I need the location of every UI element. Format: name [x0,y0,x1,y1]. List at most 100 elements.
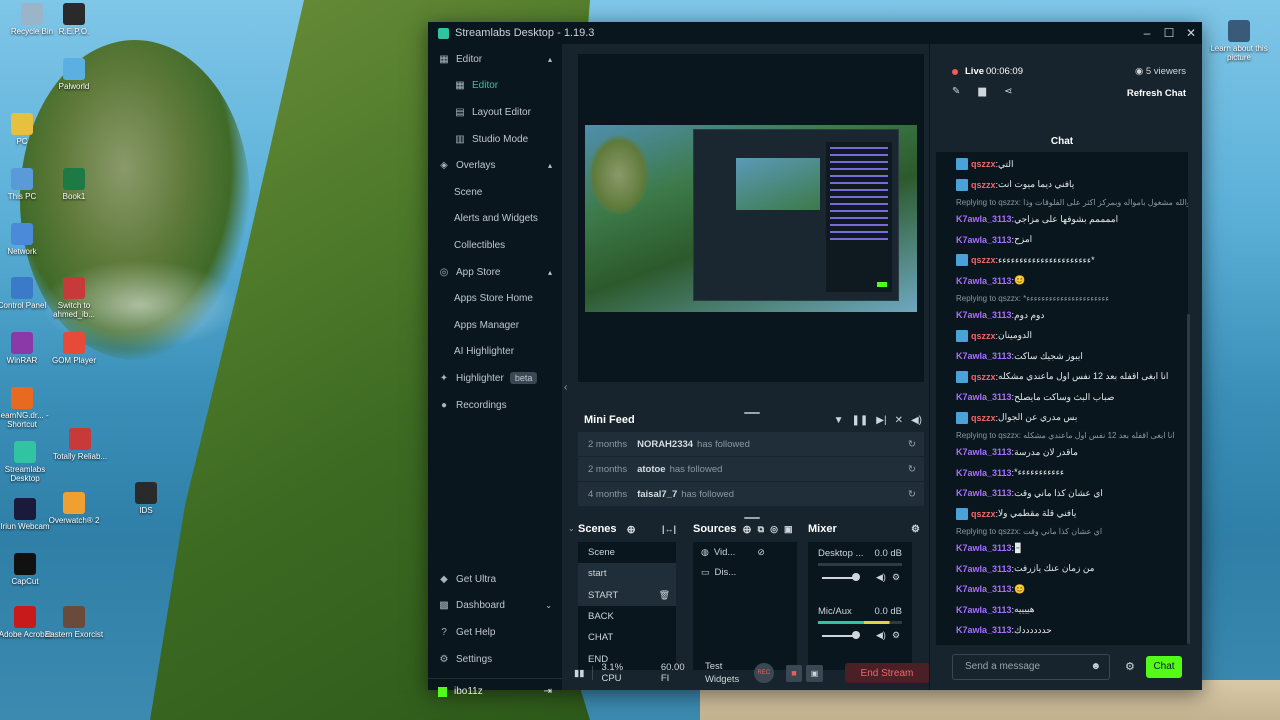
scene-item[interactable]: CHAT [578,627,676,648]
desktop-icon[interactable]: GOM Player [42,332,106,365]
sidebar-item[interactable]: Scene [428,179,562,206]
desktop-icon[interactable]: Palworld [42,58,106,91]
minimize-icon[interactable]: – [1136,26,1158,40]
add-scene-icon[interactable]: ⊕ [627,523,636,536]
scene-item[interactable]: Scene [578,542,676,563]
filter-icon[interactable]: ▼ [834,415,844,426]
desktop-icon[interactable]: R.E.P.O. [42,3,106,36]
chat-username[interactable]: K7awla_3113 [956,488,1012,498]
collapse-left-icon[interactable]: ‹ [564,382,567,393]
sidebar-item[interactable]: Apps Store Home [428,285,562,312]
chat-username[interactable]: K7awla_3113 [956,625,1012,635]
stream-preview[interactable] [578,54,924,382]
chat-scrollbar[interactable] [1187,314,1190,644]
replay-icon[interactable]: ↻ [908,489,916,500]
replay-icon[interactable]: ↻ [908,439,916,450]
visibility-off-icon[interactable]: ⊘ [757,547,765,558]
chat-settings-icon[interactable]: ⚙ [1125,660,1135,673]
emoji-icon[interactable]: ☻ [1090,655,1101,679]
sidebar-item[interactable]: ● Recordings [428,392,562,419]
chat-username[interactable]: qszzx [971,509,996,519]
stop-icon[interactable]: ■ [785,664,803,682]
edit-icon[interactable]: ✎ [952,86,960,97]
user-account[interactable]: ibo11z ⇥ [428,678,562,704]
sidebar-item[interactable]: Alerts and Widgets [428,206,562,233]
add-source-icon[interactable]: ⊕ [742,523,751,536]
replay-icon[interactable]: ↻ [908,464,916,475]
chat-username[interactable]: qszzx [971,372,996,382]
gear-icon[interactable]: ⚙ [892,572,900,583]
desktop-icon[interactable]: Network [0,223,54,256]
desktop-icon[interactable]: Eastern Exorcist [42,606,106,639]
scene-item[interactable]: BACK [578,606,676,627]
desktop-icon[interactable]: PC [0,113,54,146]
sidebar-bottom-item[interactable]: ? Get Help [428,619,562,646]
chat-username[interactable]: qszzx [971,331,996,341]
chat-username[interactable]: K7awla_3113 [956,351,1012,361]
mixer-settings-icon[interactable]: ⚙ [911,524,920,535]
chat-username[interactable]: qszzx [971,255,996,265]
chat-username[interactable]: K7awla_3113 [956,392,1012,402]
chat-username[interactable]: qszzx [971,180,996,190]
sidebar-bottom-item[interactable]: ◆ Get Ultra [428,566,562,593]
speaker-icon[interactable]: ◀) [876,572,886,583]
sidebar-item[interactable]: ▦ Editor ▴ [428,46,562,73]
desktop-icon[interactable]: Book1 [42,168,106,201]
sidebar-item[interactable]: Collectibles [428,232,562,259]
trash-icon[interactable]: 🗑 [659,590,670,601]
logout-icon[interactable]: ⇥ [544,686,552,697]
share-icon[interactable]: ⋖ [1004,86,1012,97]
sidebar-item[interactable]: Apps Manager [428,312,562,339]
source-item[interactable]: ▭ Dis... [693,562,797,582]
clip-icon[interactable]: ▆ [978,86,986,97]
chat-username[interactable]: K7awla_3113 [956,564,1012,574]
sidebar-item[interactable]: ▦ Editor [428,73,562,100]
chevron-up-icon[interactable]: ▴ [548,55,552,64]
scene-item[interactable]: START 🗑 [578,584,676,606]
speaker-icon[interactable]: ◀) [876,630,886,641]
chevron-up-icon[interactable]: ▴ [548,161,552,170]
sidebar-item[interactable]: ✦ Highlighter beta [428,365,562,392]
chevron-down-icon[interactable]: ⌄ [545,601,552,610]
test-widgets-button[interactable]: Test Widgets [705,660,744,686]
chat-username[interactable]: K7awla_3113 [956,276,1012,286]
desktop-icon[interactable]: Overwatch® 2 [42,492,106,525]
desktop-icon[interactable]: Learn about this picture [1207,20,1271,62]
collapse-dock-icon[interactable]: ⌄ [568,524,575,533]
chat-username[interactable]: K7awla_3113 [956,310,1012,320]
slider-knob[interactable] [852,573,860,581]
source-folder-icon[interactable]: ▣ [784,524,793,535]
mute-alerts-icon[interactable]: ✕ [895,415,903,426]
desktop-icon[interactable]: Totally Reliab... [48,428,112,461]
chat-username[interactable]: K7awla_3113 [956,214,1012,224]
send-chat-button[interactable]: Chat [1146,656,1182,678]
pause-icon[interactable]: ❚❚ [852,415,869,426]
sidebar-bottom-item[interactable]: ⚙ Settings [428,646,562,673]
sidebar-item[interactable]: ◈ Overlays ▴ [428,152,562,179]
end-stream-button[interactable]: End Stream [844,663,929,683]
skip-icon[interactable]: ▶| [876,415,886,426]
sidebar-item[interactable]: ▤ Layout Editor [428,99,562,126]
source-group-icon[interactable]: ⧉ [758,524,764,535]
close-icon[interactable]: ✕ [1180,26,1202,40]
desktop-icon[interactable]: BeamNG.dr... - Shortcut [0,387,54,429]
desktop-icon[interactable]: Switch to ahmed_ib... [42,277,106,319]
chat-input[interactable]: Send a message ☻ [952,654,1110,680]
scene-transition-icon[interactable]: |↔| [662,524,676,534]
volume-icon[interactable]: ◀) [911,415,922,426]
record-button[interactable]: REC [754,663,774,683]
volume-slider[interactable]: ◀) ⚙ [818,572,902,584]
chat-username[interactable]: K7awla_3113 [956,543,1012,553]
chat-username[interactable]: qszzx [971,159,996,169]
desktop-icon[interactable]: CapCut [0,553,57,586]
refresh-chat-button[interactable]: Refresh Chat [1127,88,1186,99]
chat-username[interactable]: K7awla_3113 [956,605,1012,615]
volume-slider[interactable]: ◀) ⚙ [818,630,902,642]
chat-username[interactable]: K7awla_3113 [956,447,1012,457]
slider-knob[interactable] [852,631,860,639]
scene-item[interactable]: start [578,563,676,585]
chat-username[interactable]: K7awla_3113 [956,468,1012,478]
source-hide-icon[interactable]: ◎ [770,524,778,535]
sidebar-item[interactable]: ◎ App Store ▴ [428,259,562,286]
sidebar-item[interactable]: AI Highlighter [428,339,562,366]
